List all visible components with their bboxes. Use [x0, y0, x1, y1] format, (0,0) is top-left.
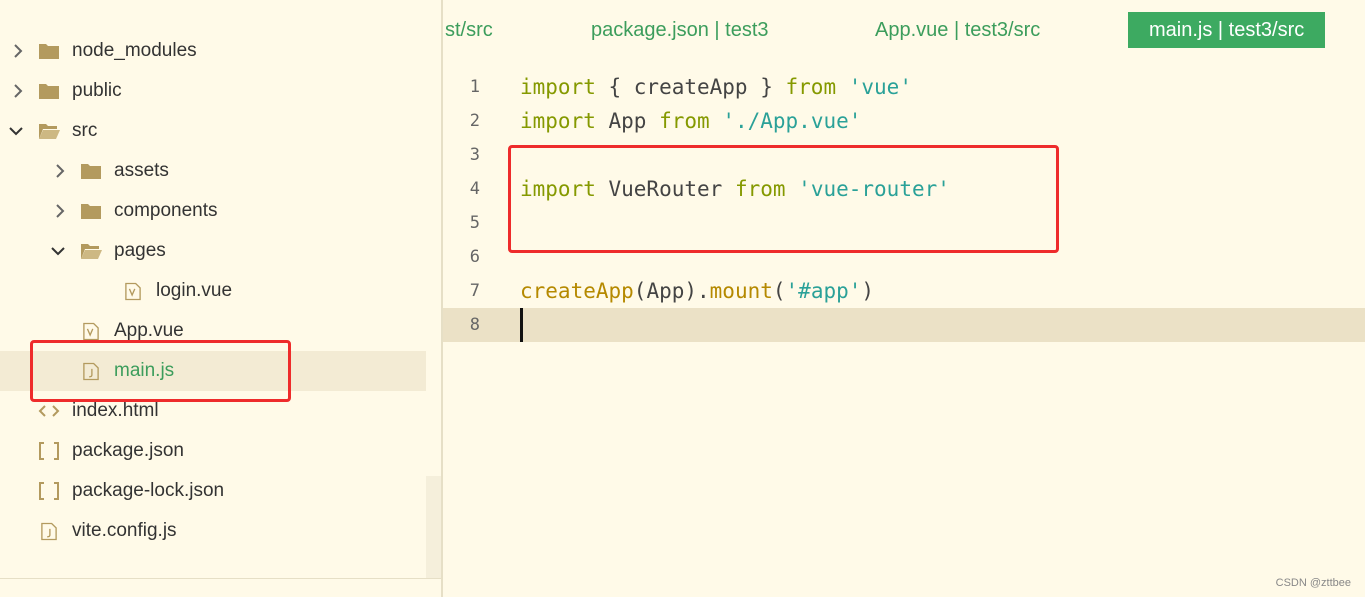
- file-explorer: node_modules public src assets component…: [0, 0, 443, 597]
- tree-item-node-modules[interactable]: node_modules: [0, 31, 426, 71]
- folder-icon: [38, 81, 60, 101]
- tree-item-label: package.json: [72, 440, 184, 461]
- code-plain: [710, 109, 723, 133]
- tree-item-public[interactable]: public: [0, 71, 426, 111]
- code-keyword: import: [520, 109, 596, 133]
- tree-item-label: public: [72, 80, 122, 101]
- tab-src[interactable]: st/src: [445, 12, 493, 48]
- tree-item-label: vite.config.js: [72, 520, 177, 541]
- tree-item-label: package-lock.json: [72, 480, 225, 501]
- folder-icon: [38, 41, 60, 61]
- vue-file-icon: [80, 321, 102, 341]
- json-file-icon: [38, 441, 60, 461]
- tree-item-label: login.vue: [156, 280, 233, 301]
- html-file-icon: [38, 401, 60, 421]
- chevron-right-icon[interactable]: [8, 41, 28, 61]
- line-number: 2: [469, 111, 480, 131]
- text-cursor: [520, 308, 523, 342]
- code-plain: ): [861, 279, 875, 303]
- annotation-highlight-box: [508, 145, 1059, 253]
- code-string: './App.vue': [722, 109, 862, 133]
- folder-open-icon: [80, 241, 102, 261]
- code-line-current[interactable]: 8: [443, 308, 1365, 342]
- code-string: '#app': [785, 279, 862, 303]
- tree-item-label: node_modules: [72, 40, 197, 61]
- code-line[interactable]: 2 import App from './App.vue': [443, 104, 1365, 138]
- line-number: 8: [469, 315, 480, 335]
- json-file-icon: [38, 481, 60, 501]
- code-text: import { createApp } from 'vue': [520, 70, 912, 104]
- code-plain: (App).: [633, 279, 710, 303]
- tree-item-login-vue[interactable]: login.vue: [0, 271, 426, 311]
- chevron-down-icon[interactable]: [48, 241, 68, 261]
- tree-item-package-lock-json[interactable]: package-lock.json: [0, 471, 426, 511]
- line-number: 3: [469, 145, 480, 165]
- vue-file-icon: [122, 281, 144, 301]
- js-file-icon: [38, 521, 60, 541]
- tree-item-src[interactable]: src: [0, 111, 426, 151]
- folder-icon: [80, 161, 102, 181]
- sidebar-divider: [0, 578, 441, 579]
- chevron-right-icon[interactable]: [8, 81, 28, 101]
- code-string: 'vue': [848, 75, 912, 99]
- tree-item-vite-config-js[interactable]: vite.config.js: [0, 511, 426, 551]
- code-plain: App: [595, 109, 660, 133]
- line-number: 5: [469, 213, 480, 233]
- folder-open-icon: [38, 121, 60, 141]
- code-text: createApp(App).mount('#app'): [520, 274, 874, 308]
- code-function: createApp: [520, 279, 634, 303]
- editor-tab-bar: st/src package.json | test3 App.vue | te…: [443, 0, 1365, 60]
- tree-item-label: src: [72, 120, 98, 141]
- tab-package-json[interactable]: package.json | test3: [591, 12, 769, 48]
- tree-item-package-json[interactable]: package.json: [0, 431, 426, 471]
- tree-item-label: pages: [114, 240, 166, 261]
- code-line[interactable]: 7 createApp(App).mount('#app'): [443, 274, 1365, 308]
- code-editor[interactable]: 1 import { createApp } from 'vue' 2 impo…: [443, 60, 1365, 597]
- chevron-right-icon[interactable]: [50, 161, 70, 181]
- sidebar-scrollbar-track[interactable]: [426, 476, 441, 578]
- line-number: 4: [469, 179, 480, 199]
- tree-item-label: components: [114, 200, 218, 221]
- folder-icon: [80, 201, 102, 221]
- tree-item-components[interactable]: components: [0, 191, 426, 231]
- code-keyword: from: [785, 75, 837, 99]
- tab-app-vue[interactable]: App.vue | test3/src: [875, 12, 1040, 48]
- tree-item-pages[interactable]: pages: [0, 231, 426, 271]
- tree-item-assets[interactable]: assets: [0, 151, 426, 191]
- chevron-right-icon[interactable]: [50, 201, 70, 221]
- annotation-highlight-box: [30, 340, 291, 402]
- code-line[interactable]: 1 import { createApp } from 'vue': [443, 70, 1365, 104]
- line-number: 7: [469, 281, 480, 301]
- code-plain: [836, 75, 849, 99]
- code-text: import App from './App.vue': [520, 104, 861, 138]
- tree-item-label: index.html: [72, 400, 159, 421]
- chevron-down-icon[interactable]: [6, 121, 26, 141]
- tab-main-js[interactable]: main.js | test3/src: [1128, 12, 1326, 48]
- tree-item-label: assets: [114, 160, 169, 181]
- code-function: mount: [709, 279, 773, 303]
- code-plain: (: [772, 279, 786, 303]
- code-keyword: from: [659, 109, 710, 133]
- line-number: 6: [469, 247, 480, 267]
- watermark: CSDN @zttbee: [1275, 577, 1351, 589]
- line-number: 1: [469, 77, 480, 97]
- code-keyword: import: [520, 75, 596, 99]
- code-plain: { createApp }: [595, 75, 786, 99]
- tree-item-label: App.vue: [114, 320, 184, 341]
